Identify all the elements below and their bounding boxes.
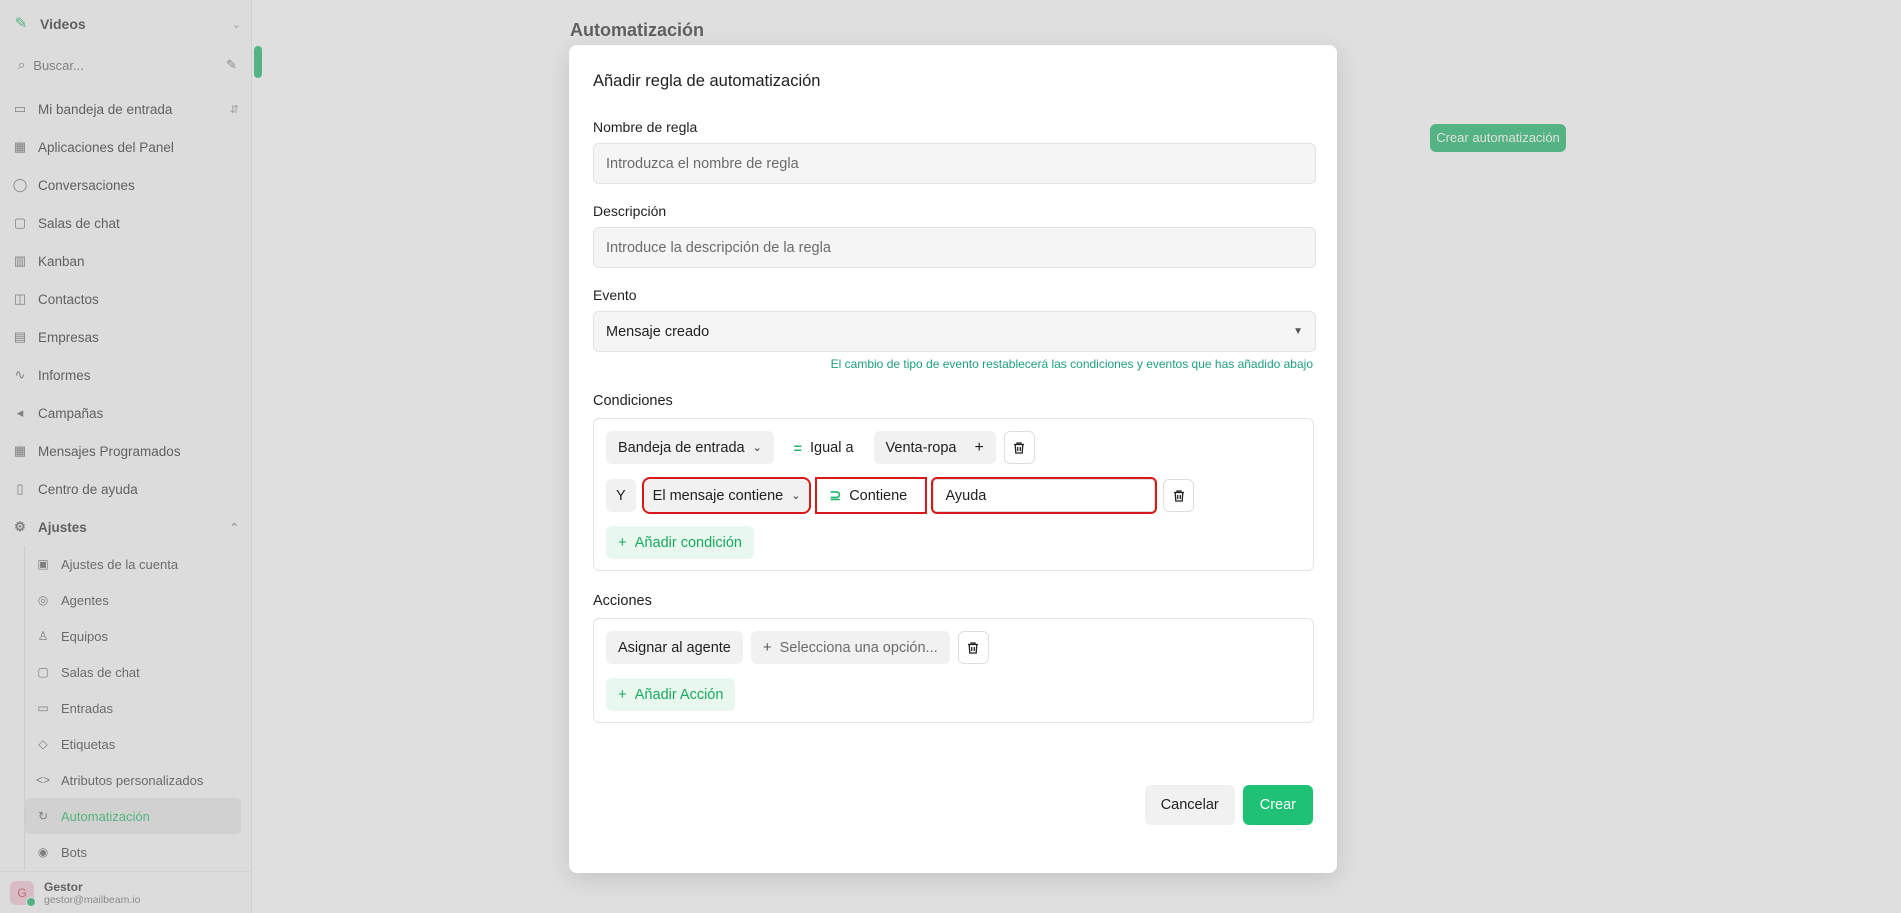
condition-row: Y El mensaje contiene ⌄ ⊇ Contiene Ayuda xyxy=(606,477,1301,514)
condition-connector-select[interactable]: Y xyxy=(606,479,636,512)
condition-operator-select[interactable]: ⊇ Contiene xyxy=(815,477,928,514)
condition-operator-select[interactable]: = Igual a xyxy=(782,431,866,464)
create-button[interactable]: Crear xyxy=(1242,785,1313,825)
equals-icon: = xyxy=(793,439,802,456)
action-type-value: Asignar al agente xyxy=(618,639,731,656)
actions-title: Acciones xyxy=(593,593,652,609)
contains-icon: ⊇ xyxy=(829,487,842,503)
condition-value-text: Ayuda xyxy=(945,487,987,504)
condition-attribute-select[interactable]: El mensaje contiene ⌄ xyxy=(641,477,812,514)
plus-icon: + xyxy=(618,534,627,551)
actions-panel: Asignar al agente + Selecciona una opció… xyxy=(593,618,1314,723)
plus-icon: + xyxy=(762,639,772,656)
event-select[interactable]: Mensaje creado ▼ xyxy=(593,311,1316,352)
event-selected-value: Mensaje creado xyxy=(606,323,710,340)
rule-name-label: Nombre de regla xyxy=(593,119,698,135)
delete-condition-button[interactable] xyxy=(1163,479,1195,512)
add-condition-label: Añadir condición xyxy=(634,534,742,551)
add-action-label: Añadir Acción xyxy=(634,686,724,703)
condition-operator-value: Contiene xyxy=(849,487,908,504)
add-automation-modal: Añadir regla de automatización Nombre de… xyxy=(569,45,1337,873)
action-value-placeholder: Selecciona una opción... xyxy=(779,639,938,656)
condition-value-tag: Venta-ropa xyxy=(885,439,957,456)
trash-icon xyxy=(1173,489,1184,502)
plus-icon[interactable]: + xyxy=(974,439,983,457)
condition-connector-value: Y xyxy=(616,487,626,504)
description-label: Descripción xyxy=(593,203,667,219)
cancel-button[interactable]: Cancelar xyxy=(1144,785,1235,825)
delete-condition-button[interactable] xyxy=(1003,431,1035,464)
add-condition-button[interactable]: + Añadir condición xyxy=(606,526,754,559)
delete-action-button[interactable] xyxy=(957,631,989,664)
condition-value-input[interactable]: Ayuda xyxy=(931,477,1158,514)
event-group: Evento Mensaje creado ▼ El cambio de tip… xyxy=(593,287,1316,371)
add-action-button[interactable]: + Añadir Acción xyxy=(606,678,736,711)
conditions-title: Condiciones xyxy=(593,393,673,409)
conditions-panel: Bandeja de entrada ⌄ = Igual a Venta-rop… xyxy=(593,418,1314,571)
condition-attribute-value: Bandeja de entrada xyxy=(618,439,745,456)
description-input[interactable] xyxy=(593,227,1316,268)
description-group: Descripción xyxy=(593,203,1316,268)
condition-value-select[interactable]: Venta-ropa + xyxy=(873,431,996,464)
caret-down-icon: ▼ xyxy=(1293,326,1303,337)
modal-title: Añadir regla de automatización xyxy=(593,72,821,90)
plus-icon: + xyxy=(618,686,627,703)
condition-row: Bandeja de entrada ⌄ = Igual a Venta-rop… xyxy=(606,430,1301,465)
rule-name-input[interactable] xyxy=(593,143,1316,184)
condition-attribute-select[interactable]: Bandeja de entrada ⌄ xyxy=(606,431,774,464)
trash-icon xyxy=(968,641,979,654)
modal-footer: Cancelar Crear xyxy=(1144,785,1313,825)
action-value-select[interactable]: + Selecciona una opción... xyxy=(750,631,950,664)
event-label: Evento xyxy=(593,287,637,303)
trash-icon xyxy=(1014,441,1025,454)
chevron-down-icon: ⌄ xyxy=(752,442,762,454)
event-hint: El cambio de tipo de evento restablecerá… xyxy=(830,357,1313,371)
condition-operator-value: Igual a xyxy=(809,439,854,456)
action-type-select[interactable]: Asignar al agente xyxy=(606,631,743,664)
action-row: Asignar al agente + Selecciona una opció… xyxy=(606,630,1301,665)
chevron-down-icon: ⌄ xyxy=(791,490,801,502)
condition-attribute-value: El mensaje contiene xyxy=(652,487,784,504)
rule-name-group: Nombre de regla xyxy=(593,119,1316,184)
